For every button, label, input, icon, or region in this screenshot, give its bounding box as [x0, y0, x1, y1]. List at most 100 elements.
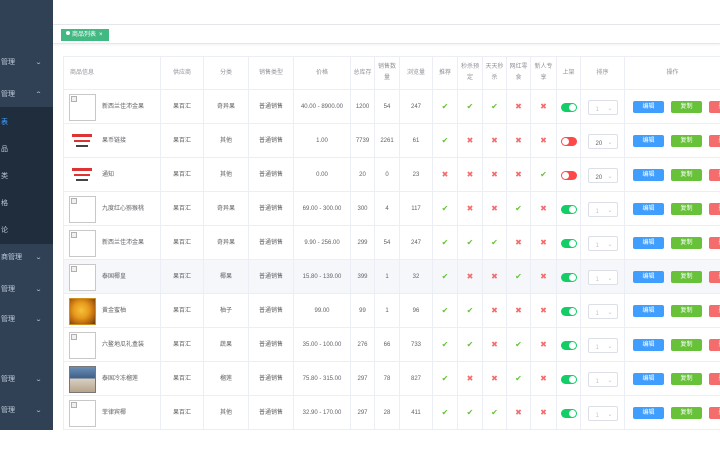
sort-select[interactable]: 1 ⌄	[587, 99, 618, 115]
product-thumbnail[interactable]	[69, 297, 96, 325]
product-thumbnail[interactable]	[69, 365, 96, 393]
cross-icon[interactable]: ✖	[467, 271, 474, 283]
edit-button[interactable]: 编辑	[633, 135, 664, 147]
delete-button[interactable]: 删除	[709, 373, 720, 385]
cross-icon[interactable]: ✖	[491, 169, 498, 181]
copy-button[interactable]: 复制	[671, 101, 702, 113]
delete-button[interactable]: 删除	[709, 169, 720, 181]
check-icon[interactable]: ✔	[515, 373, 522, 385]
cross-icon[interactable]: ✖	[491, 373, 498, 385]
delete-button[interactable]: 删除	[709, 407, 720, 419]
edit-button[interactable]: 编辑	[633, 237, 664, 249]
check-icon[interactable]: ✔	[442, 339, 449, 351]
edit-button[interactable]: 编辑	[633, 407, 664, 419]
edit-button[interactable]: 编辑	[633, 339, 664, 351]
sort-select[interactable]: 1 ⌄	[587, 405, 618, 421]
check-icon[interactable]: ✔	[491, 237, 498, 249]
check-icon[interactable]: ✔	[467, 407, 474, 419]
delete-button[interactable]: 删除	[709, 339, 720, 351]
product-thumbnail[interactable]	[69, 399, 96, 427]
cross-icon[interactable]: ✖	[515, 237, 522, 249]
check-icon[interactable]: ✔	[467, 339, 474, 351]
close-icon[interactable]: ×	[99, 32, 103, 38]
onsale-toggle[interactable]	[560, 136, 577, 146]
cross-icon[interactable]: ✖	[540, 305, 547, 317]
onsale-toggle[interactable]	[560, 272, 577, 282]
edit-button[interactable]: 编辑	[633, 101, 664, 113]
cross-icon[interactable]: ✖	[515, 305, 522, 317]
edit-button[interactable]: 编辑	[633, 169, 664, 181]
product-thumbnail[interactable]	[69, 331, 96, 359]
onsale-toggle[interactable]	[560, 170, 577, 180]
sort-select[interactable]: 20 ⌄	[587, 133, 618, 149]
cross-icon[interactable]: ✖	[467, 203, 474, 215]
check-icon[interactable]: ✔	[515, 339, 522, 351]
onsale-toggle[interactable]	[560, 238, 577, 248]
cross-icon[interactable]: ✖	[540, 203, 547, 215]
delete-button[interactable]: 删除	[709, 305, 720, 317]
delete-button[interactable]: 删除	[709, 135, 720, 147]
copy-button[interactable]: 复制	[671, 271, 702, 283]
check-icon[interactable]: ✔	[467, 101, 474, 113]
cross-icon[interactable]: ✖	[491, 135, 498, 147]
delete-button[interactable]: 删除	[709, 271, 720, 283]
cross-icon[interactable]: ✖	[467, 169, 474, 181]
check-icon[interactable]: ✔	[442, 135, 449, 147]
copy-button[interactable]: 复制	[671, 305, 702, 317]
copy-button[interactable]: 复制	[671, 373, 702, 385]
edit-button[interactable]: 编辑	[633, 373, 664, 385]
sort-select[interactable]: 20 ⌄	[587, 167, 618, 183]
cross-icon[interactable]: ✖	[491, 203, 498, 215]
copy-button[interactable]: 复制	[671, 203, 702, 215]
sidebar-item-9[interactable]: 管理 ⌄	[0, 307, 53, 333]
cross-icon[interactable]: ✖	[540, 373, 547, 385]
check-icon[interactable]: ✔	[442, 101, 449, 113]
cross-icon[interactable]: ✖	[515, 169, 522, 181]
check-icon[interactable]: ✔	[467, 237, 474, 249]
onsale-toggle[interactable]	[560, 306, 577, 316]
product-thumbnail[interactable]	[69, 127, 96, 155]
copy-button[interactable]: 复制	[671, 135, 702, 147]
cross-icon[interactable]: ✖	[442, 169, 449, 181]
cross-icon[interactable]: ✖	[515, 135, 522, 147]
sidebar-item-11[interactable]: 管理 ⌄	[0, 398, 53, 424]
cross-icon[interactable]: ✖	[467, 373, 474, 385]
cross-icon[interactable]: ✖	[540, 339, 547, 351]
sidebar-item-1[interactable]: 管理 ⌃	[0, 82, 53, 108]
sidebar-item-8[interactable]: 管理 ⌄	[0, 277, 53, 303]
sort-select[interactable]: 1 ⌄	[587, 337, 618, 353]
sort-select[interactable]: 1 ⌄	[587, 201, 618, 217]
check-icon[interactable]: ✔	[442, 305, 449, 317]
cross-icon[interactable]: ✖	[540, 101, 547, 113]
cross-icon[interactable]: ✖	[491, 271, 498, 283]
sidebar-item-0[interactable]: 管理 ⌄	[0, 50, 53, 76]
sort-select[interactable]: 1 ⌄	[587, 371, 618, 387]
check-icon[interactable]: ✔	[442, 373, 449, 385]
cross-icon[interactable]: ✖	[491, 339, 498, 351]
onsale-toggle[interactable]	[560, 374, 577, 384]
cross-icon[interactable]: ✖	[491, 305, 498, 317]
edit-button[interactable]: 编辑	[633, 271, 664, 283]
product-thumbnail[interactable]	[69, 229, 96, 257]
cross-icon[interactable]: ✖	[515, 407, 522, 419]
product-thumbnail[interactable]	[69, 263, 96, 291]
check-icon[interactable]: ✔	[442, 203, 449, 215]
check-icon[interactable]: ✔	[442, 271, 449, 283]
sidebar-item-3[interactable]: 品	[0, 137, 53, 163]
sort-select[interactable]: 1 ⌄	[587, 269, 618, 285]
onsale-toggle[interactable]	[560, 408, 577, 418]
copy-button[interactable]: 复制	[671, 339, 702, 351]
delete-button[interactable]: 删除	[709, 237, 720, 249]
sidebar-item-5[interactable]: 格	[0, 191, 53, 217]
product-thumbnail[interactable]	[69, 161, 96, 189]
copy-button[interactable]: 复制	[671, 237, 702, 249]
sidebar-item-6[interactable]: 论	[0, 218, 53, 244]
cross-icon[interactable]: ✖	[540, 407, 547, 419]
product-thumbnail[interactable]	[69, 195, 96, 223]
sidebar-item-7[interactable]: 商管理 ⌄	[0, 245, 53, 271]
cross-icon[interactable]: ✖	[540, 135, 547, 147]
delete-button[interactable]: 删除	[709, 203, 720, 215]
sidebar-item-10[interactable]: 管理 ⌄	[0, 367, 53, 393]
copy-button[interactable]: 复制	[671, 169, 702, 181]
edit-button[interactable]: 编辑	[633, 305, 664, 317]
